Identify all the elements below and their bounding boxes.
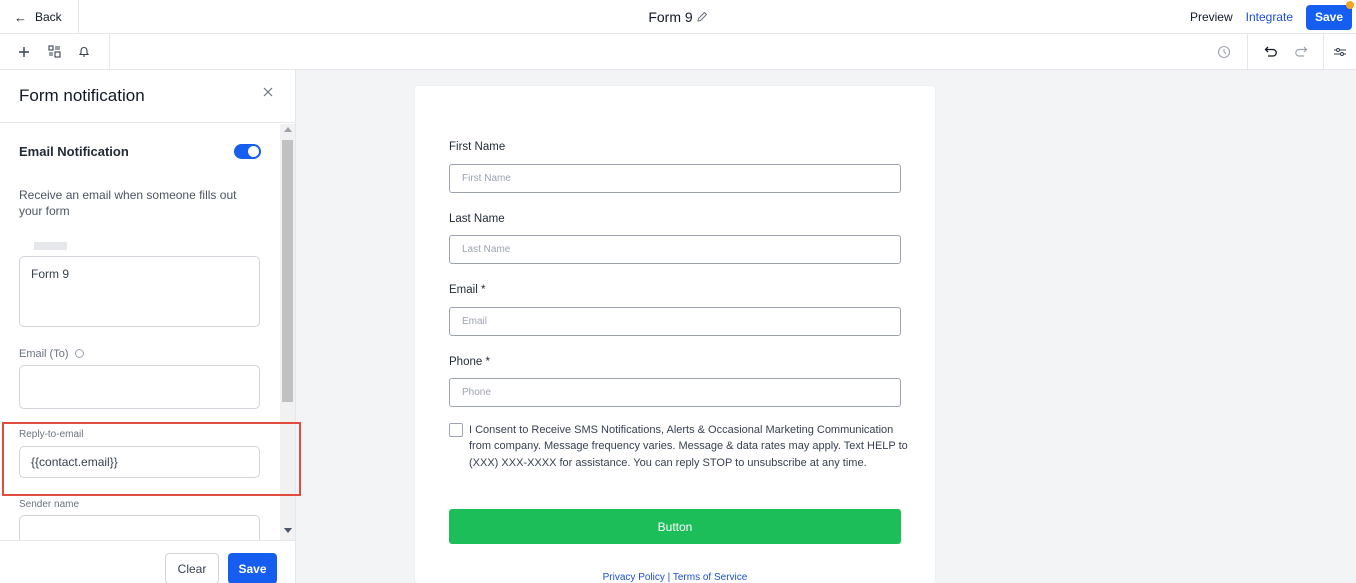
integrate-button[interactable]: Integrate: [1246, 10, 1293, 24]
email-notification-toggle[interactable]: [234, 144, 261, 159]
history-icon[interactable]: [1216, 44, 1232, 60]
terms-link[interactable]: Terms of Service: [673, 572, 747, 583]
clear-label: Clear: [177, 561, 207, 576]
arrow-left-icon: ←: [14, 9, 27, 25]
consent-text: I Consent to Receive SMS Notifications, …: [469, 424, 908, 469]
sender-name-label: Sender name: [19, 499, 80, 510]
editor-toolbar: [0, 34, 1356, 70]
preview-button[interactable]: Preview: [1190, 10, 1233, 24]
email-label: Email *: [449, 284, 486, 296]
last-name-label: Last Name: [449, 213, 505, 225]
notification-dot: [1346, 0, 1354, 9]
email-notification-label: Email Notification: [19, 144, 129, 159]
info-icon[interactable]: [74, 349, 84, 358]
add-tools: [0, 34, 110, 69]
settings-group: [1324, 34, 1356, 69]
back-label: Back: [35, 10, 62, 24]
clear-button[interactable]: Clear: [165, 553, 219, 583]
notification-panel: Form notification Email Notification Rec…: [0, 70, 296, 583]
form-submit-button[interactable]: Button: [449, 509, 901, 544]
email-placeholder: Email: [462, 316, 488, 327]
history-tools: [1200, 34, 1356, 69]
first-name-input[interactable]: First Name: [449, 164, 901, 193]
last-name-placeholder: Last Name: [462, 244, 511, 255]
scroll-up-icon[interactable]: [284, 127, 292, 132]
scroll-down-icon[interactable]: [284, 528, 292, 533]
settings-icon[interactable]: [1332, 44, 1348, 60]
plus-icon[interactable]: [16, 44, 32, 60]
panel-header: Form notification: [0, 70, 295, 123]
panel-title: Form notification: [19, 86, 145, 105]
last-name-input[interactable]: Last Name: [449, 235, 901, 264]
phone-input[interactable]: Phone: [449, 378, 901, 407]
pencil-icon[interactable]: [696, 11, 708, 23]
form-submit-label: Button: [657, 519, 693, 534]
form-title[interactable]: Form 9: [648, 9, 692, 25]
highlight-box: [2, 422, 301, 496]
history-group: [1200, 34, 1248, 69]
back-button[interactable]: ← Back: [0, 0, 79, 34]
email-to-label: Email (To): [19, 348, 84, 360]
sender-name-input[interactable]: [19, 515, 260, 540]
phone-placeholder: Phone: [462, 387, 491, 398]
redo-icon[interactable]: [1293, 44, 1309, 60]
save-button[interactable]: Save: [228, 553, 277, 583]
undo-redo-group: [1248, 34, 1324, 69]
form-preview: First Name First Name Last Name Last Nam…: [415, 86, 935, 583]
save-form-button[interactable]: Save: [1306, 0, 1354, 30]
email-notification-row: Email Notification: [19, 144, 261, 159]
first-name-placeholder: First Name: [462, 173, 511, 184]
consent-checkbox[interactable]: [449, 423, 463, 437]
email-input[interactable]: Email: [449, 307, 901, 336]
save-form-label: Save: [1314, 10, 1344, 24]
notification-description: Receive an email when someone fills out …: [19, 188, 237, 218]
subject-value: Form 9: [31, 267, 70, 281]
privacy-policy-link[interactable]: Privacy Policy: [603, 572, 665, 583]
bell-icon[interactable]: [76, 44, 92, 60]
panel-footer: Clear Save: [0, 540, 295, 583]
subject-textarea[interactable]: Form 9: [19, 256, 260, 327]
close-icon[interactable]: [261, 85, 275, 99]
email-to-input[interactable]: [19, 365, 260, 409]
link-separator: |: [664, 572, 673, 583]
footer-links: Privacy Policy | Terms of Service: [415, 572, 935, 583]
first-name-label: First Name: [449, 141, 506, 153]
layers-icon[interactable]: [46, 44, 62, 60]
scroll-thumb[interactable]: [282, 140, 293, 402]
phone-label: Phone *: [449, 356, 490, 368]
title-area: Form 9: [0, 0, 1356, 34]
subject-label-placeholder: [34, 242, 67, 250]
toggle-knob: [248, 146, 259, 157]
undo-icon[interactable]: [1263, 44, 1279, 60]
email-to-label-text: Email (To): [19, 348, 69, 360]
top-bar: ← Back Form 9 Preview Integrate Save: [0, 0, 1356, 34]
top-actions: Preview Integrate Save: [1190, 0, 1356, 34]
save-label: Save: [238, 561, 267, 576]
